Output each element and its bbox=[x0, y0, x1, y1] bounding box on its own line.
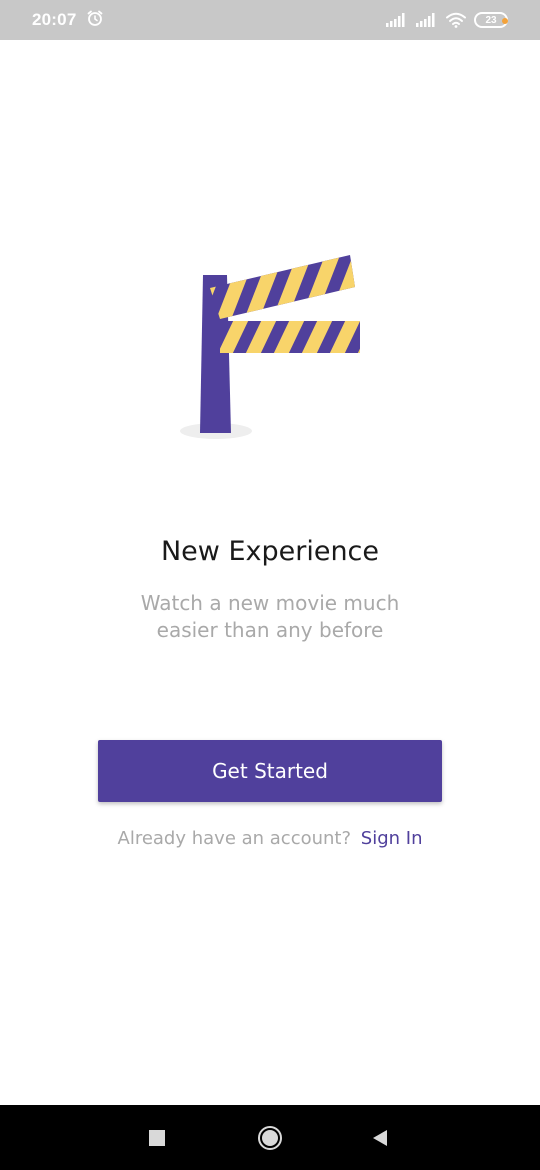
subtitle-line: Watch a new movie much bbox=[140, 591, 400, 615]
signal-icon bbox=[416, 13, 438, 27]
recent-apps-icon[interactable] bbox=[127, 1105, 187, 1170]
navigation-bar bbox=[0, 1105, 540, 1170]
wifi-icon bbox=[446, 12, 466, 28]
home-icon[interactable] bbox=[240, 1105, 300, 1170]
battery-charge-dot bbox=[502, 18, 508, 24]
page-subtitle: Watch a new movie much easier than any b… bbox=[0, 590, 540, 644]
status-left: 20:07 bbox=[32, 9, 104, 32]
battery-icon: 23 bbox=[474, 12, 508, 28]
get-started-button[interactable]: Get Started bbox=[98, 740, 442, 802]
battery-level: 23 bbox=[485, 14, 497, 26]
page-title: New Experience bbox=[160, 536, 380, 567]
barrier-board-bottom bbox=[220, 321, 360, 353]
signin-row: Already have an account? Sign In bbox=[0, 828, 540, 849]
sign-in-link[interactable]: Sign In bbox=[361, 828, 423, 849]
signal-icon bbox=[386, 13, 408, 27]
signin-prompt: Already have an account? bbox=[117, 828, 352, 849]
alarm-icon bbox=[86, 9, 104, 32]
status-right: 23 bbox=[386, 12, 508, 28]
subtitle-line: easier than any before bbox=[156, 618, 384, 642]
back-icon[interactable] bbox=[350, 1105, 410, 1170]
status-bar: 20:07 23 bbox=[0, 0, 540, 40]
road-barrier-illustration bbox=[170, 245, 370, 450]
status-time: 20:07 bbox=[32, 10, 77, 29]
